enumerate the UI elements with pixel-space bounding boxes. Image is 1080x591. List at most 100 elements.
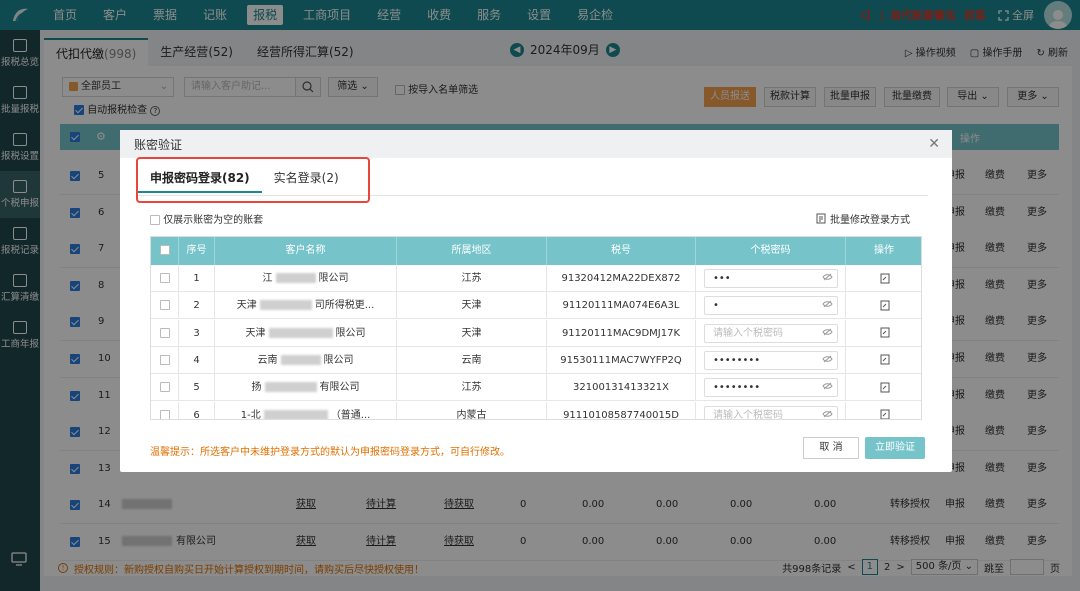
account-row: 1 江限公司 江苏 91320412MA22DEX872 ••• [151,265,921,292]
op-cell [846,320,921,347]
verify-now-button[interactable]: 立即验证 [865,437,925,459]
tax-id: 91120111MAC9DMJ17K [547,319,696,347]
account-table: 序号 客户名称 所属地区 税号 个税密码 操作 1 江限公司 江苏 91320412MA22DE… [150,236,922,420]
tax-password-input[interactable]: •••••••• [704,378,838,398]
op-cell [846,292,921,319]
tax-password-input[interactable]: 请输入个税密码 [704,405,838,419]
row-checkbox[interactable] [159,327,170,338]
column-header: 个税密码 [696,237,846,265]
select-all-accounts-checkbox[interactable] [159,245,170,255]
tax-id: 32100131413321X [547,374,696,402]
client-name: 扬有限公司 [215,374,397,402]
client-name: 天津 司所得税更... [215,292,397,320]
edit-login-icon[interactable] [880,354,890,365]
row-number: 1 [179,265,215,292]
column-header: 操作 [846,237,921,265]
password-cell: 请输入个税密码 [696,319,846,347]
close-icon[interactable]: ✕ [928,136,940,152]
op-cell [846,265,921,292]
account-row: 4 云南 限公司 云南 91530111MAC7WYFP2Q •••••••• [151,346,921,374]
password-cell: • [696,292,846,320]
header-checkbox-cell [151,237,179,265]
masked-text [268,327,333,338]
row-checkbox-cell [151,401,179,419]
eye-off-icon[interactable] [822,410,839,418]
row-checkbox-cell [151,346,179,374]
row-checkbox[interactable] [159,354,170,365]
region: 江苏 [397,265,547,292]
edit-login-icon[interactable] [880,327,890,338]
op-cell [846,402,921,419]
region: 云南 [397,346,547,374]
op-cell [846,374,921,401]
row-checkbox[interactable] [159,273,170,283]
edit-login-icon[interactable] [880,273,890,284]
row-number: 3 [179,319,215,347]
region: 天津 [397,319,547,347]
masked-text [280,354,321,365]
row-number: 6 [179,401,215,419]
client-name: 江限公司 [215,265,397,292]
column-header: 序号 [179,237,215,265]
op-cell [846,347,921,374]
masked-text [264,382,317,393]
account-row: 5 扬有限公司 江苏 32100131413321X •••••••• [151,374,921,402]
row-checkbox-cell [151,319,179,347]
masked-text [263,409,328,419]
row-number: 2 [179,292,215,320]
account-table-header: 序号 客户名称 所属地区 税号 个税密码 操作 [151,237,921,265]
client-name: 天津 限公司 [215,319,397,347]
tax-password-input[interactable]: •••••••• [704,350,838,370]
region: 江苏 [397,374,547,402]
tax-password-input[interactable]: 请输入个税密码 [704,323,838,343]
tax-id: 91110108587740015D [547,401,696,419]
only-empty-option[interactable]: 仅展示账密为空的账套 [150,211,263,226]
batch-modify-link[interactable]: 批量修改登录方式 [816,211,910,226]
row-number: 4 [179,346,215,374]
row-number: 5 [179,374,215,402]
tax-password-input[interactable]: ••• [704,269,838,288]
only-empty-checkbox[interactable] [150,215,160,225]
account-row: 6 1-北 （普通... 内蒙古 91110108587740015D 请输入个税密码 [151,401,921,419]
client-name: 云南 限公司 [215,346,397,374]
column-header: 所属地区 [397,237,547,265]
dialog-tip: 温馨提示：所选客户中未维护登录方式的默认为申报密码登录方式，可自行修改。 [150,447,510,458]
dialog-header: 账密验证 ✕ [120,130,952,158]
tax-id: 91320412MA22DEX872 [547,265,696,292]
row-checkbox-cell [151,374,179,402]
masked-text [275,273,316,283]
eye-off-icon[interactable] [822,328,839,336]
eye-off-icon[interactable] [822,382,839,390]
highlight-box [136,157,370,203]
column-header: 税号 [547,237,696,265]
column-header: 客户名称 [215,237,397,265]
eye-off-icon[interactable] [822,273,839,281]
account-verify-dialog: 账密验证 ✕ 申报密码登录(82) 实名登录(2) 仅展示账密为空的账套 批量修改… [120,130,952,472]
row-checkbox-cell [151,292,179,320]
masked-text [259,300,312,311]
region: 内蒙古 [397,401,547,419]
account-row: 2 天津 司所得税更... 天津 91120111MA074E6A3L • [151,292,921,320]
dialog-title: 账密验证 [134,137,183,152]
eye-off-icon[interactable] [822,355,839,363]
row-checkbox[interactable] [159,382,170,393]
client-name: 1-北 （普通... [215,401,397,419]
row-checkbox[interactable] [159,409,170,419]
tax-id: 91120111MA074E6A3L [547,292,696,320]
tax-password-input[interactable]: • [704,296,838,316]
edit-login-icon[interactable] [880,382,890,393]
row-checkbox-cell [151,265,179,292]
edit-login-icon[interactable] [880,300,890,311]
edit-doc-icon [816,213,826,224]
password-cell: •••••••• [696,346,846,374]
region: 天津 [397,292,547,320]
password-cell: ••• [696,265,846,292]
cancel-button[interactable]: 取 消 [803,437,859,459]
row-checkbox[interactable] [159,300,170,311]
edit-login-icon[interactable] [880,409,890,419]
tax-id: 91530111MAC7WYFP2Q [547,346,696,374]
account-row: 3 天津 限公司 天津 91120111MAC9DMJ17K 请输入个税密码 [151,319,921,347]
password-cell: •••••••• [696,374,846,402]
password-cell: 请输入个税密码 [696,401,846,419]
eye-off-icon[interactable] [822,300,839,308]
